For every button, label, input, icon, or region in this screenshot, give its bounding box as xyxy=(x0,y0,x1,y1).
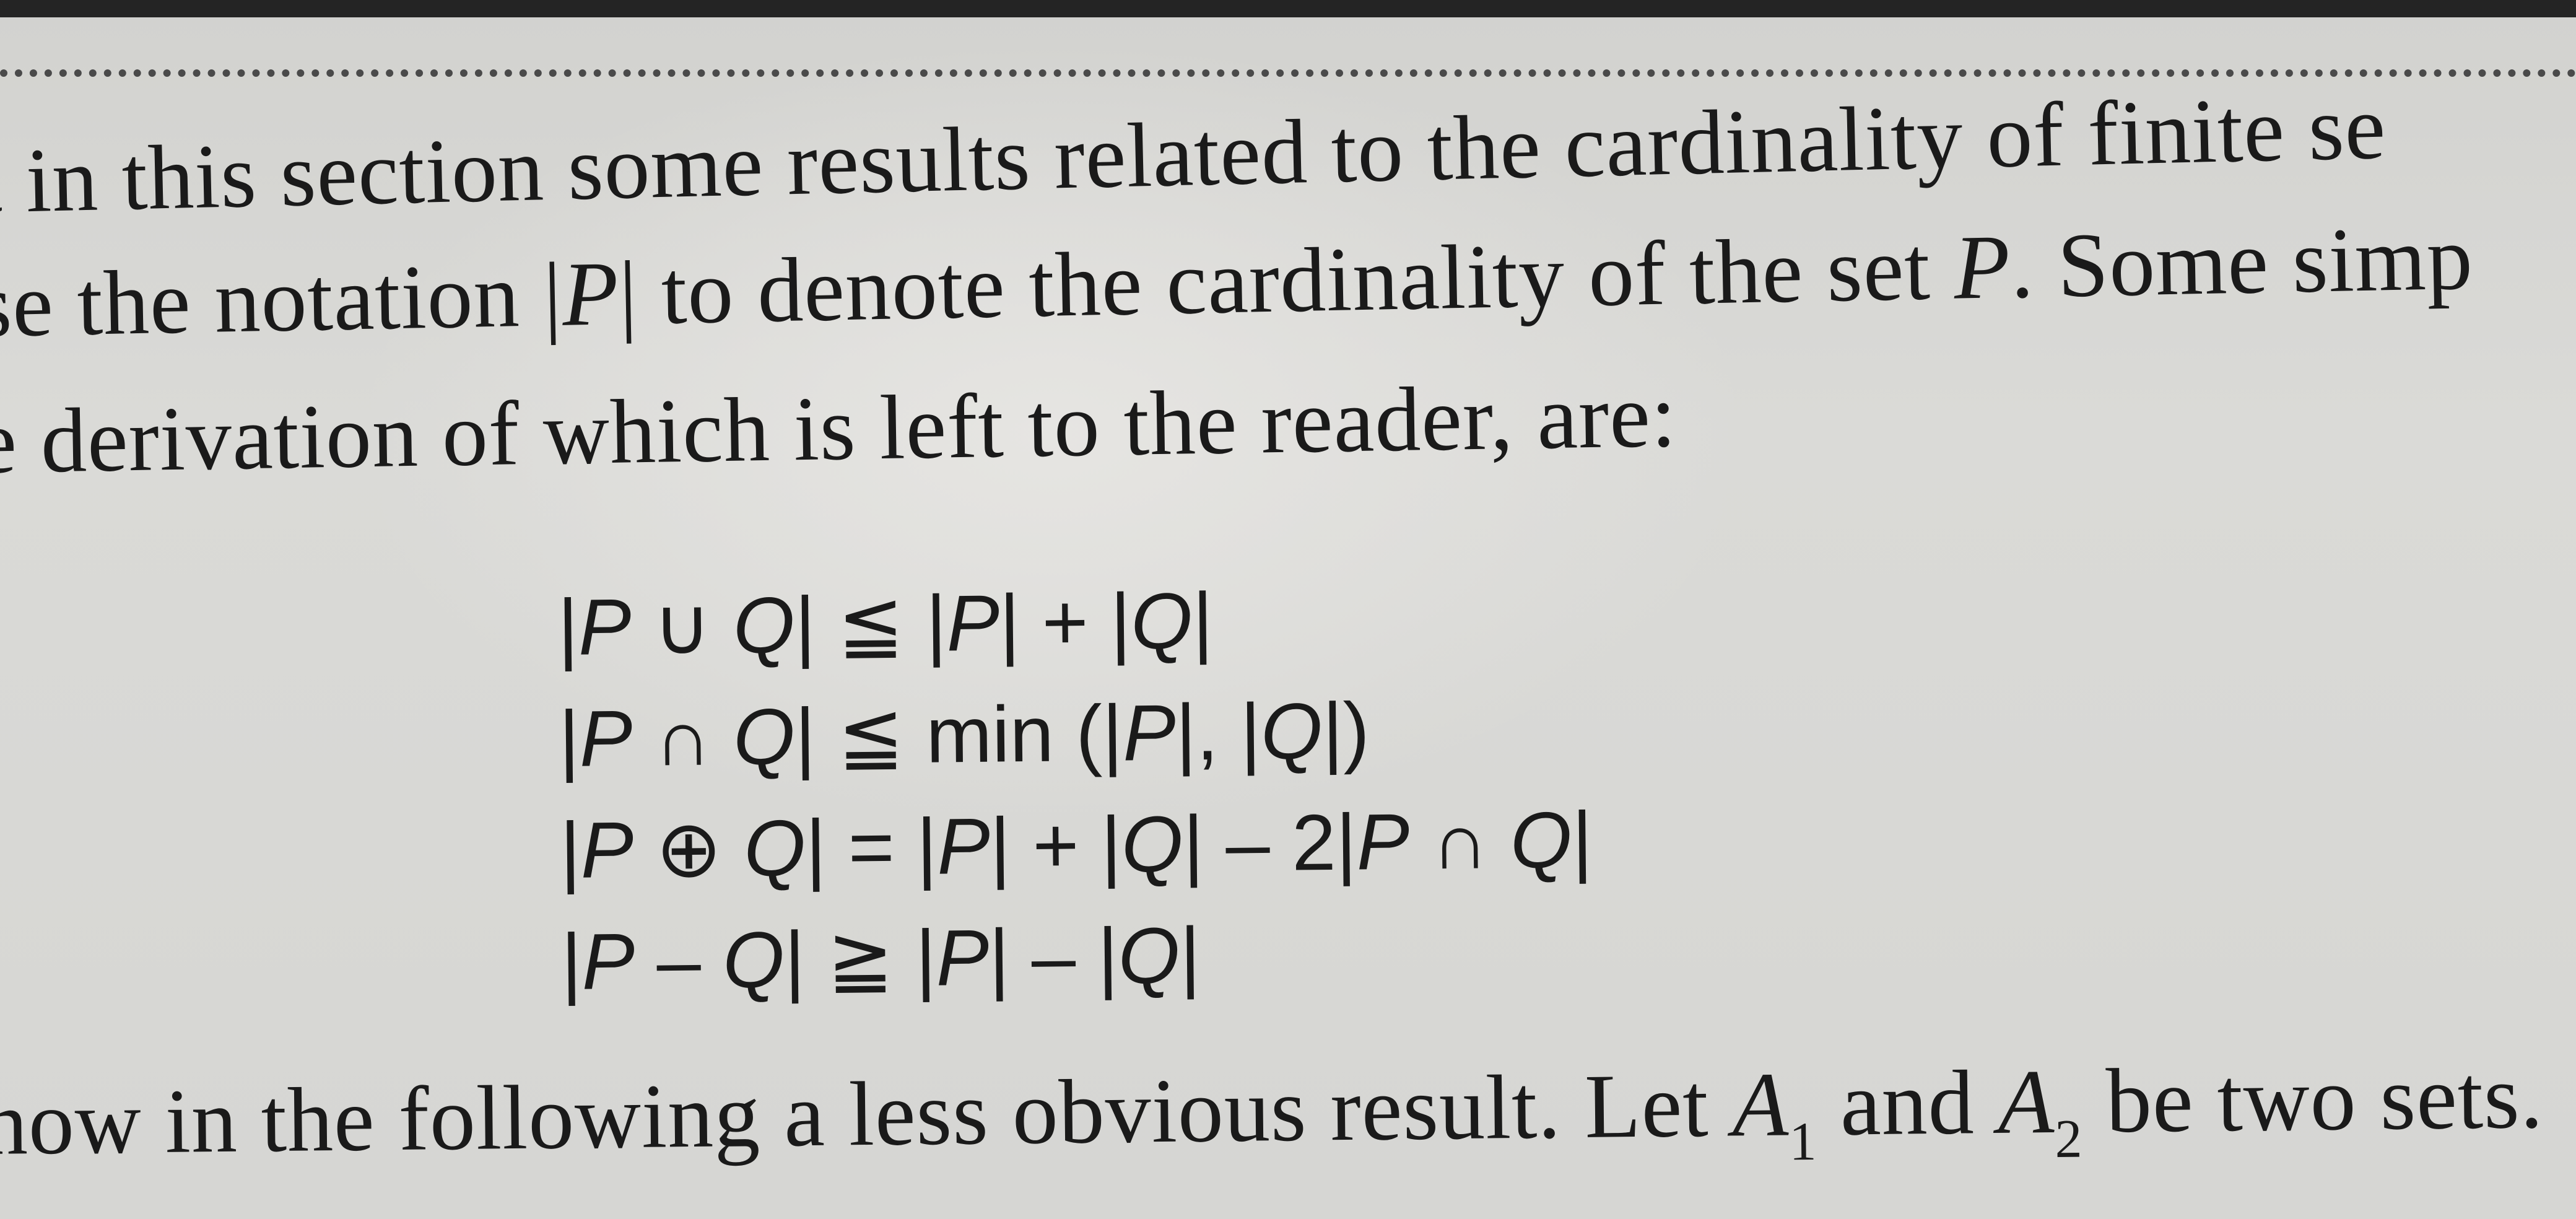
line-5-sub-2: 2 xyxy=(2054,1109,2084,1169)
paragraph-line-5: now in the following a less obvious resu… xyxy=(0,1046,2544,1174)
formula-union: |P ∪ Q| ≦ |P| + |Q| xyxy=(557,576,1214,672)
book-page: ​ t in this section some results related… xyxy=(0,0,2576,1219)
formula-difference: |P – Q| ≧ |P| – |Q| xyxy=(560,911,1201,1007)
line-5-text-c: be two sets. xyxy=(2082,1046,2544,1153)
line-2-var-p: P xyxy=(561,243,620,346)
line-2-text-c: . Some simp xyxy=(2009,207,2474,318)
line-2-var-p2: P xyxy=(1952,216,2012,319)
line-5-text-a: now in the following a less obvious resu… xyxy=(0,1054,1733,1174)
paragraph-line-1: t in this section some results related t… xyxy=(0,77,2387,233)
line-5-var-a2: A xyxy=(1997,1051,2055,1153)
dotted-rule xyxy=(0,69,2576,77)
formula-intersection: |P ∩ Q| ≦ min (|P|, |Q|) xyxy=(558,686,1370,784)
paragraph-line-2: se the notation |P| to denote the cardin… xyxy=(0,208,2474,357)
line-2-text-a: se the notation | xyxy=(0,243,564,357)
line-5-sub-1: 1 xyxy=(1788,1111,1817,1173)
top-black-rule xyxy=(0,0,2576,17)
formula-symmetric-difference: |P ⊕ Q| = |P| + |Q| – 2|P ∩ Q| xyxy=(559,795,1593,895)
line-1-text: t in this section some results related t… xyxy=(0,76,2387,233)
line-5-text-b: and xyxy=(1816,1051,1999,1155)
line-5-var-a1: A xyxy=(1731,1054,1790,1156)
line-2-text-b: | to denote the cardinality of the set xyxy=(617,217,1955,345)
line-3-text: e derivation of which is left to the rea… xyxy=(0,364,1678,493)
paragraph-line-3: e derivation of which is left to the rea… xyxy=(0,365,1677,493)
